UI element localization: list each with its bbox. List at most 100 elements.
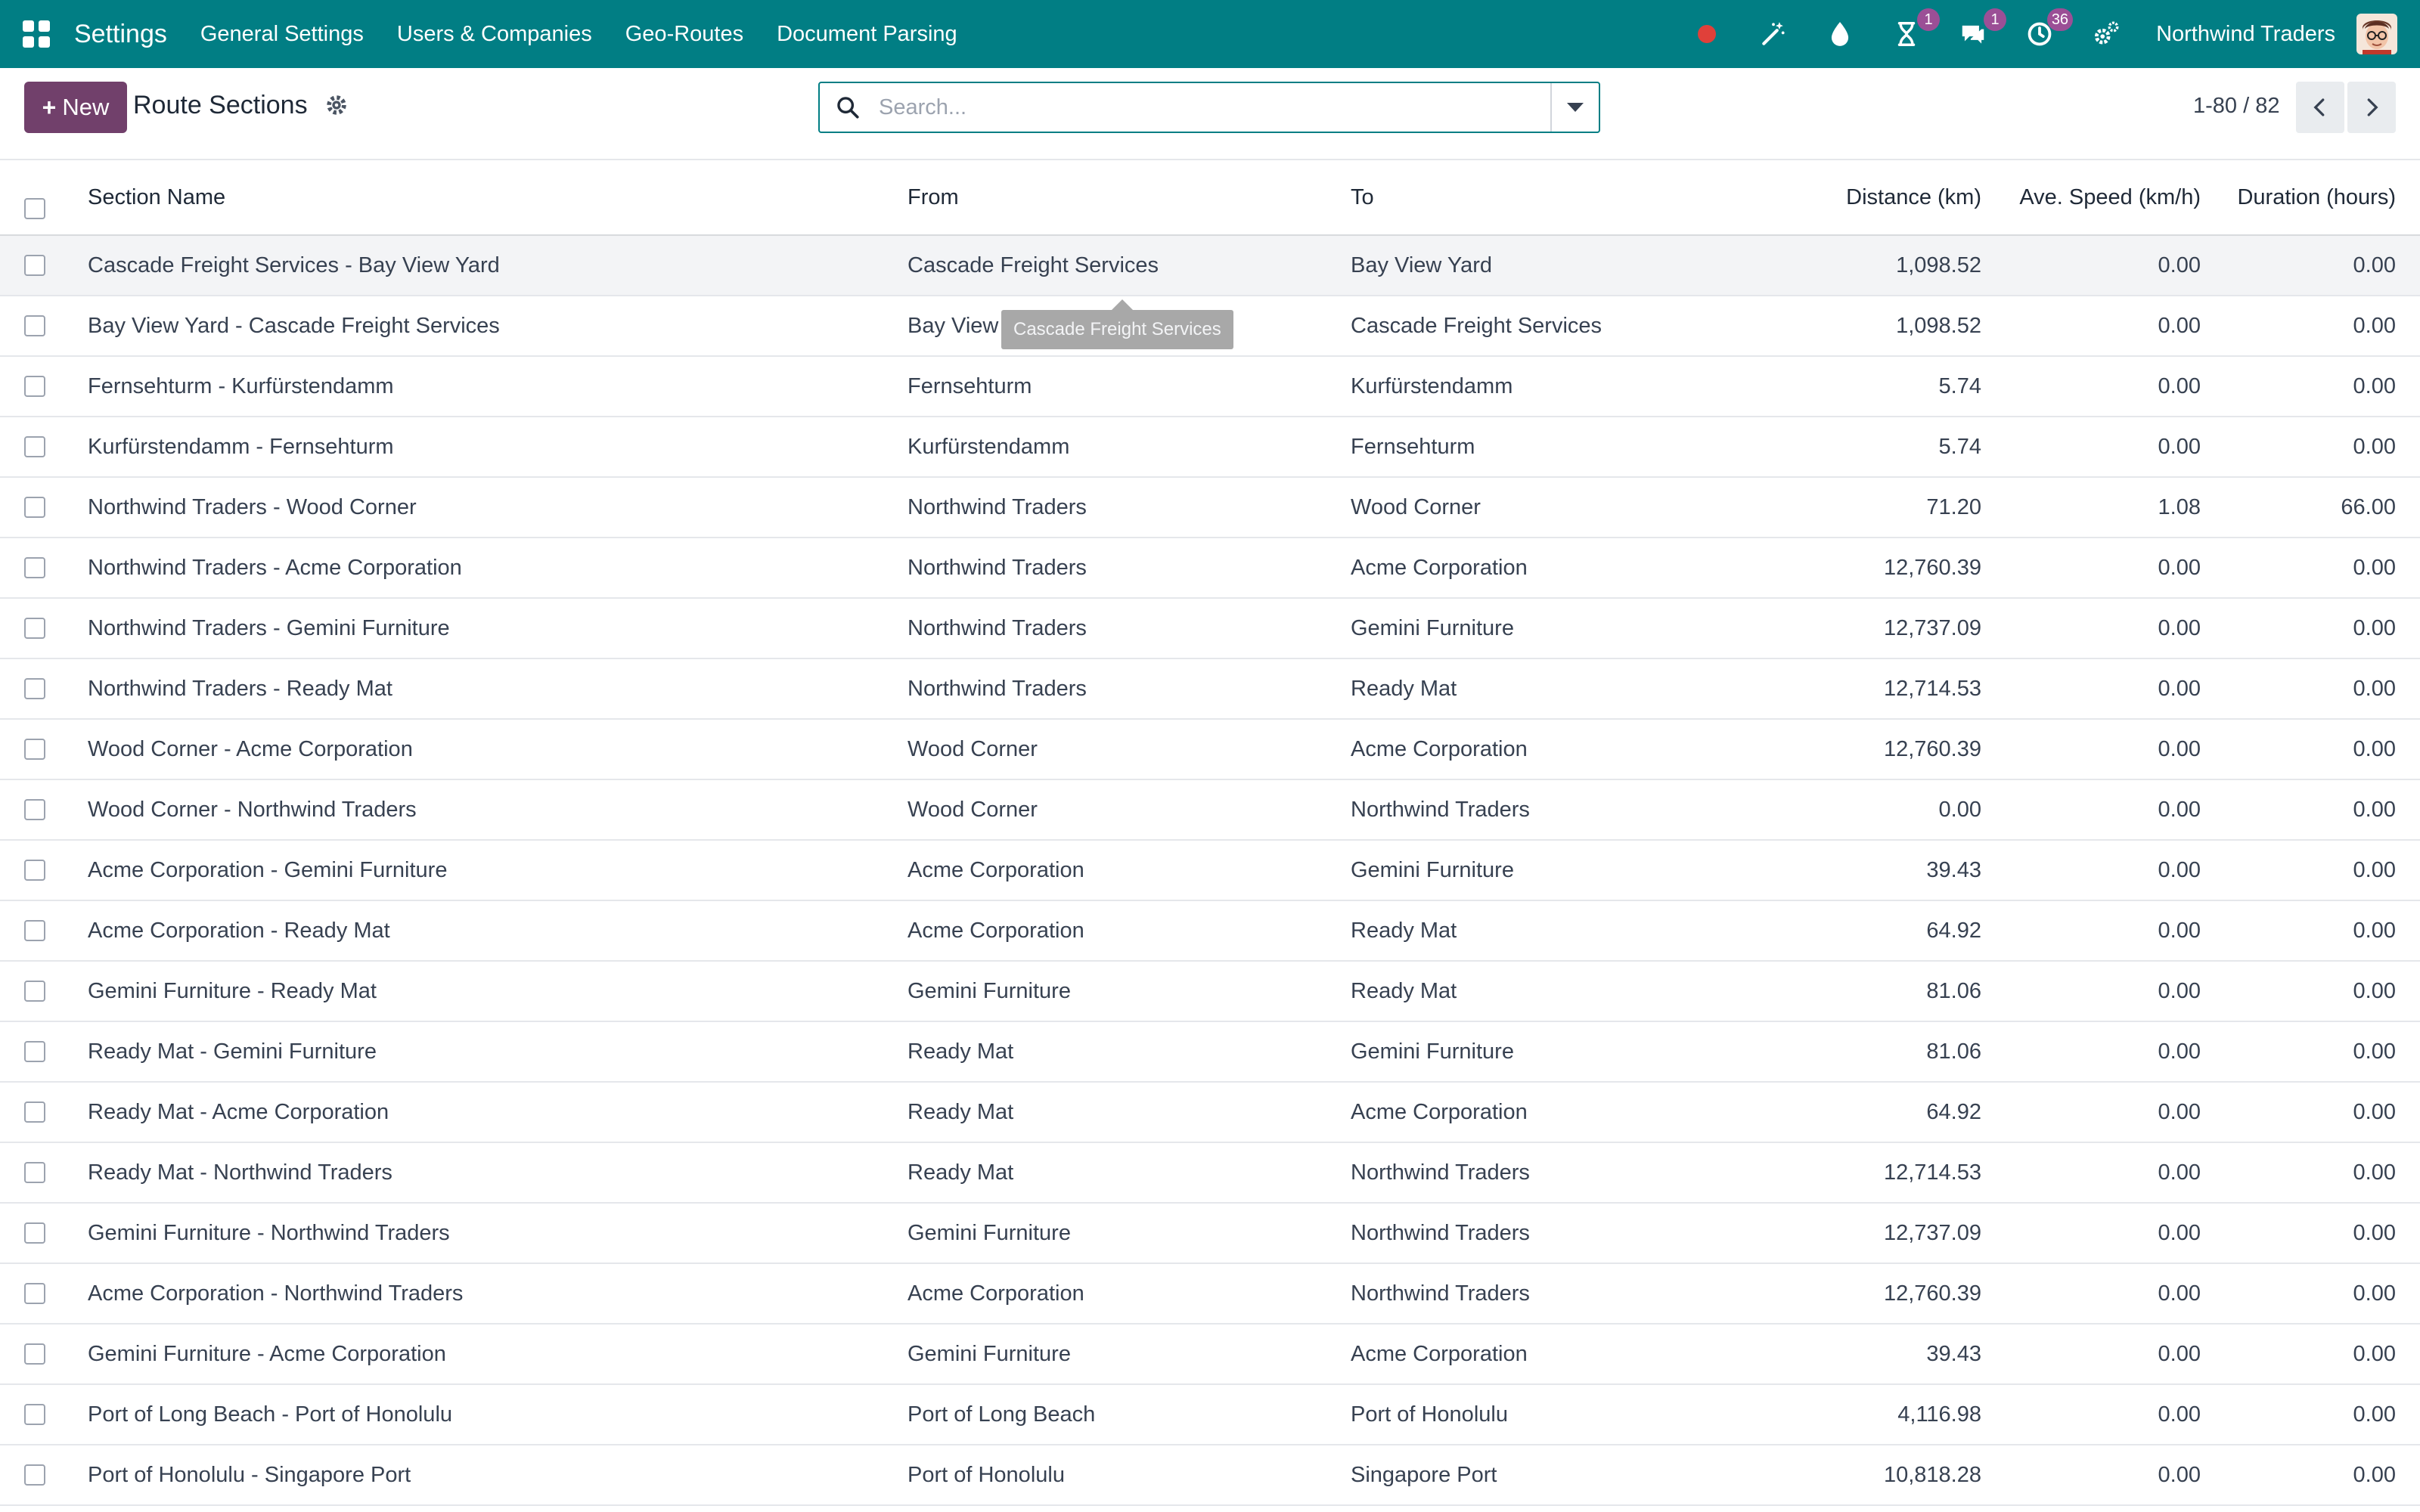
cell-from[interactable]: Cascade Freight Services: [908, 236, 1159, 295]
table-row[interactable]: Acme Corporation - Gemini Furniture Acme …: [0, 841, 2420, 901]
cell-section-name[interactable]: Wood Corner - Northwind Traders: [88, 780, 417, 839]
cell-from[interactable]: Acme Corporation: [908, 841, 1084, 900]
cell-from[interactable]: Northwind Traders: [908, 599, 1087, 658]
cell-distance[interactable]: 1,098.52: [1896, 296, 1981, 355]
cell-speed[interactable]: 0.00: [2158, 599, 2201, 658]
cell-to[interactable]: Wood Corner: [1351, 478, 1481, 537]
cell-to[interactable]: Ready Mat: [1351, 659, 1457, 718]
cell-to[interactable]: Bay View Yard: [1351, 236, 1492, 295]
row-checkbox[interactable]: [24, 618, 45, 639]
cell-distance[interactable]: 64.92: [1926, 901, 1981, 960]
pager-next-button[interactable]: [2347, 82, 2396, 133]
drop-icon[interactable]: [1823, 17, 1857, 51]
cell-section-name[interactable]: Fernsehturm - Kurfürstendamm: [88, 357, 394, 416]
cell-to[interactable]: Kurfürstendamm: [1351, 357, 1512, 416]
row-checkbox[interactable]: [24, 678, 45, 699]
cell-section-name[interactable]: Kurfürstendamm - Fernsehturm: [88, 417, 394, 476]
cell-from[interactable]: Gemini Furniture: [908, 962, 1071, 1021]
header-duration[interactable]: Duration (hours): [2237, 160, 2396, 234]
cell-speed[interactable]: 0.00: [2158, 841, 2201, 900]
cell-speed[interactable]: 0.00: [2158, 962, 2201, 1021]
cell-duration[interactable]: 66.00: [2341, 478, 2396, 537]
header-to[interactable]: To: [1351, 160, 1374, 234]
cell-distance[interactable]: 1,098.52: [1896, 236, 1981, 295]
apps-menu-icon[interactable]: [23, 20, 50, 48]
cell-distance[interactable]: 39.43: [1926, 841, 1981, 900]
cell-section-name[interactable]: Acme Corporation - Northwind Traders: [88, 1264, 463, 1323]
search-options-toggle[interactable]: [1550, 83, 1599, 132]
cell-section-name[interactable]: Northwind Traders - Wood Corner: [88, 478, 417, 537]
cell-from[interactable]: Northwind Traders: [908, 478, 1087, 537]
settings-gears-icon[interactable]: [2090, 17, 2123, 51]
table-row[interactable]: Wood Corner - Acme Corporation Wood Corne…: [0, 720, 2420, 780]
cell-to[interactable]: Gemini Furniture: [1351, 599, 1514, 658]
cell-duration[interactable]: 0.00: [2353, 1022, 2396, 1081]
cell-speed[interactable]: 0.00: [2158, 1204, 2201, 1263]
cell-to[interactable]: Acme Corporation: [1351, 1325, 1528, 1383]
cell-duration[interactable]: 0.00: [2353, 538, 2396, 597]
cell-from[interactable]: Northwind Traders: [908, 659, 1087, 718]
cell-duration[interactable]: 0.00: [2353, 962, 2396, 1021]
cell-from[interactable]: Port of Honolulu: [908, 1445, 1065, 1504]
table-row[interactable]: Wood Corner - Northwind Traders Wood Corn…: [0, 780, 2420, 841]
cell-to[interactable]: Gemini Furniture: [1351, 841, 1514, 900]
row-checkbox[interactable]: [24, 981, 45, 1002]
cell-distance[interactable]: 12,737.09: [1884, 599, 1981, 658]
cell-to[interactable]: Ready Mat: [1351, 901, 1457, 960]
cell-section-name[interactable]: Port of Long Beach - Port of Honolulu: [88, 1385, 452, 1444]
cell-speed[interactable]: 0.00: [2158, 236, 2201, 295]
cell-distance[interactable]: 5.74: [1939, 417, 1981, 476]
cell-distance[interactable]: 64.92: [1926, 1083, 1981, 1142]
cell-section-name[interactable]: Acme Corporation - Ready Mat: [88, 901, 390, 960]
cell-duration[interactable]: 0.00: [2353, 1083, 2396, 1142]
row-checkbox[interactable]: [24, 1343, 45, 1365]
cell-distance[interactable]: 12,760.39: [1884, 538, 1981, 597]
cell-duration[interactable]: 0.00: [2353, 1204, 2396, 1263]
cell-from[interactable]: Port of Long Beach: [908, 1385, 1095, 1444]
row-checkbox[interactable]: [24, 315, 45, 336]
cell-speed[interactable]: 0.00: [2158, 1083, 2201, 1142]
cell-to[interactable]: Cascade Freight Services: [1351, 296, 1602, 355]
row-checkbox[interactable]: [24, 255, 45, 276]
row-checkbox[interactable]: [24, 497, 45, 518]
cell-section-name[interactable]: Ready Mat - Gemini Furniture: [88, 1022, 377, 1081]
cell-from[interactable]: Ready Mat: [908, 1143, 1013, 1202]
cell-to[interactable]: Acme Corporation: [1351, 720, 1528, 779]
cell-section-name[interactable]: Ready Mat - Acme Corporation: [88, 1083, 389, 1142]
row-checkbox[interactable]: [24, 1404, 45, 1425]
cell-section-name[interactable]: Acme Corporation - Gemini Furniture: [88, 841, 447, 900]
activities-hourglass-icon[interactable]: 1: [1890, 8, 1941, 51]
cell-to[interactable]: Northwind Traders: [1351, 1204, 1530, 1263]
cell-from[interactable]: Acme Corporation: [908, 1264, 1084, 1323]
cell-from[interactable]: Gemini Furniture: [908, 1325, 1071, 1383]
cell-section-name[interactable]: Gemini Furniture - Ready Mat: [88, 962, 377, 1021]
cell-duration[interactable]: 0.00: [2353, 720, 2396, 779]
cell-duration[interactable]: 0.00: [2353, 659, 2396, 718]
cell-distance[interactable]: 5.74: [1939, 357, 1981, 416]
menu-general-settings[interactable]: General Settings: [200, 22, 364, 47]
cell-speed[interactable]: 0.00: [2158, 538, 2201, 597]
cell-duration[interactable]: 0.00: [2353, 780, 2396, 839]
cell-section-name[interactable]: Ready Mat - Northwind Traders: [88, 1143, 392, 1202]
cell-duration[interactable]: 0.00: [2353, 357, 2396, 416]
cell-from[interactable]: Northwind Traders: [908, 538, 1087, 597]
table-row[interactable]: Acme Corporation - Ready Mat Acme Corpora…: [0, 901, 2420, 962]
table-row[interactable]: Northwind Traders - Acme Corporation Nort…: [0, 538, 2420, 599]
cell-from[interactable]: Wood Corner: [908, 720, 1038, 779]
table-row[interactable]: Northwind Traders - Ready Mat Northwind T…: [0, 659, 2420, 720]
cell-distance[interactable]: 12,760.39: [1884, 720, 1981, 779]
cell-speed[interactable]: 0.00: [2158, 296, 2201, 355]
cell-speed[interactable]: 0.00: [2158, 659, 2201, 718]
cell-duration[interactable]: 0.00: [2353, 599, 2396, 658]
cell-duration[interactable]: 0.00: [2353, 1385, 2396, 1444]
table-row[interactable]: Port of Honolulu - Singapore Port Port of…: [0, 1445, 2420, 1506]
cell-speed[interactable]: 0.00: [2158, 901, 2201, 960]
cell-speed[interactable]: 0.00: [2158, 1264, 2201, 1323]
cell-duration[interactable]: 0.00: [2353, 1445, 2396, 1504]
table-row[interactable]: Kurfürstendamm - Fernsehturm Kurfürstenda…: [0, 417, 2420, 478]
cell-distance[interactable]: 0.00: [1939, 780, 1981, 839]
cell-section-name[interactable]: Wood Corner - Acme Corporation: [88, 720, 413, 779]
row-checkbox[interactable]: [24, 1162, 45, 1183]
table-row[interactable]: Gemini Furniture - Northwind Traders Gemi…: [0, 1204, 2420, 1264]
cell-from[interactable]: Gemini Furniture: [908, 1204, 1071, 1263]
